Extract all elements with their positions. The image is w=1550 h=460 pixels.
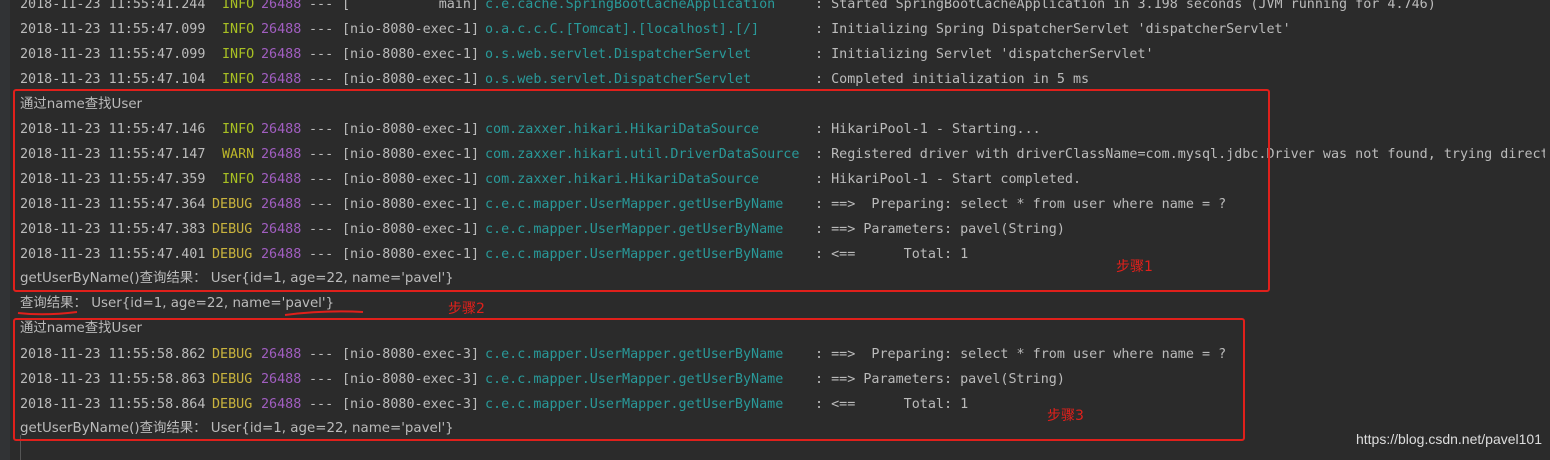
step3-label: 步骤3 [1047,408,1084,424]
log-line: 2018-11-23 11:55:47.099 INFO 26488 --- [… [20,17,1545,42]
log-line: 2018-11-23 11:55:47.099 INFO 26488 --- [… [20,42,1545,67]
watermark-url: https://blog.csdn.net/pavel101 [1355,431,1542,447]
log-thread: [nio-8080-exec-1] [342,47,480,62]
log-separator: --- [309,47,334,62]
log-pid: 26488 [261,0,302,12]
log-line: 2018-11-23 11:55:41.244 INFO 26488 --- [… [20,0,1545,17]
log-separator: --- [309,22,334,37]
step2-label: 步骤2 [448,301,485,317]
log-level: INFO [222,47,255,62]
log-message: : Initializing Spring DispatcherServlet … [815,22,1291,37]
step1-highlight-box [13,89,1270,292]
log-level: INFO [222,0,255,12]
log-pid: 26488 [261,47,302,62]
log-logger: o.a.c.c.C.[Tomcat].[localhost].[/] [485,22,760,37]
step2-underline [17,310,364,316]
log-message: : Started SpringBootCacheApplication in … [815,0,1436,12]
log-message: : Initializing Servlet 'dispatcherServle… [815,47,1154,62]
log-level: INFO [222,22,255,37]
log-separator: --- [309,0,334,12]
log-logger: c.e.cache.SpringBootCacheApplication [485,0,776,12]
log-thread: [nio-8080-exec-1] [342,22,480,37]
log-timestamp: 2018-11-23 11:55:47.099 [20,22,206,37]
editor-gutter [0,0,10,460]
log-timestamp: 2018-11-23 11:55:41.244 [20,0,206,12]
log-logger: o.s.web.servlet.DispatcherServlet [485,47,752,62]
log-pid: 26488 [261,22,302,37]
log-timestamp: 2018-11-23 11:55:47.099 [20,47,206,62]
step1-label: 步骤1 [1116,259,1153,275]
log-thread: [ main] [342,0,480,12]
